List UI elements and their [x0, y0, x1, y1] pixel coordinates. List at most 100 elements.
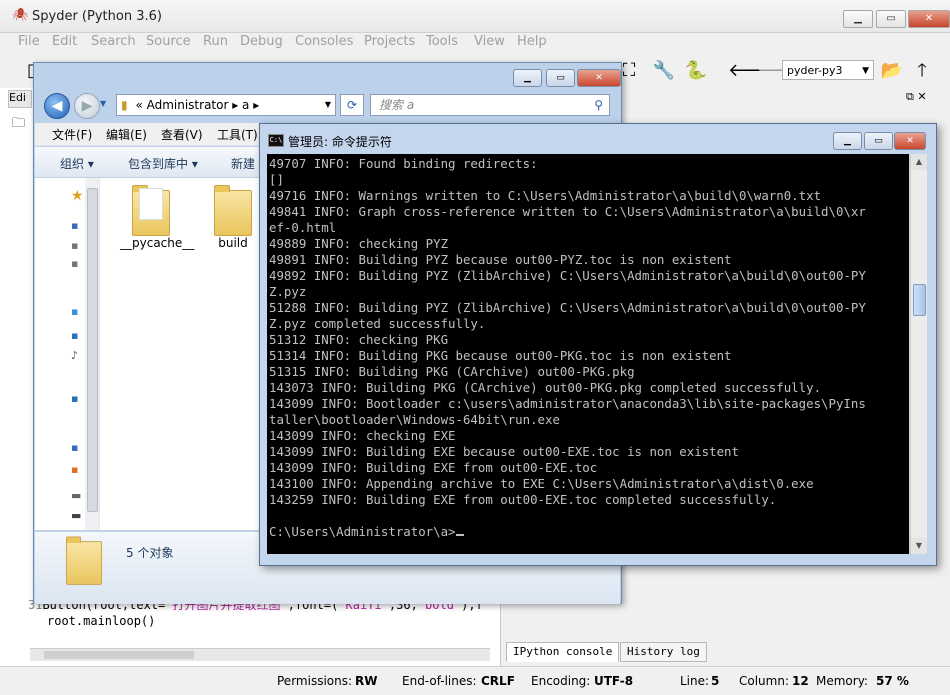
cmd-maximize-button[interactable]: ▭: [864, 132, 893, 150]
menu-file[interactable]: File: [18, 34, 40, 49]
cmd-line: 49707 INFO: Found binding redirects:: [269, 156, 538, 171]
scroll-down-icon[interactable]: ▼: [911, 538, 927, 554]
open-folder-icon[interactable]: 📂: [880, 60, 904, 82]
nav-pane-scrollbar[interactable]: [85, 178, 99, 530]
drive-icon[interactable]: ▬: [71, 510, 83, 522]
cmd-line: 143099 INFO: Building EXE because out00-…: [269, 444, 739, 459]
cmd-line: 49892 INFO: Building PYZ (ZlibArchive) C…: [269, 268, 866, 283]
menu-debug[interactable]: Debug: [240, 34, 283, 49]
memory-value: 57 %: [876, 674, 909, 688]
music-icon[interactable]: ♪: [71, 350, 83, 362]
drive-icon[interactable]: ▪: [71, 464, 83, 476]
explorer-titlebar[interactable]: ▁ ▭ ✕: [34, 63, 621, 89]
statusbar: Permissions: RW End-of-lines: CRLF Encod…: [0, 666, 950, 695]
menu-view[interactable]: 查看(V): [161, 126, 203, 143]
spyder-titlebar: 🕷 Spyder (Python 3.6) ▁ ▭ ✕: [0, 0, 950, 33]
chevron-down-icon[interactable]: ▼: [325, 95, 331, 115]
back-arrow-icon[interactable]: 🡐: [728, 60, 776, 82]
cmd-line: Z.pyz: [269, 284, 307, 299]
menu-view[interactable]: View: [474, 34, 505, 49]
item-count: 5 个对象: [126, 546, 174, 560]
scroll-up-icon[interactable]: ▲: [911, 154, 927, 170]
menu-help[interactable]: Help: [517, 34, 547, 49]
menu-search[interactable]: Search: [91, 34, 136, 49]
cmd-line: 143073 INFO: Building PKG (CArchive) out…: [269, 380, 822, 395]
search-icon: ⚲: [594, 98, 603, 112]
explorer-close-button[interactable]: ✕: [577, 69, 621, 87]
menu-projects[interactable]: Projects: [364, 34, 415, 49]
cmd-console-output[interactable]: 49707 INFO: Found binding redirects: [] …: [267, 154, 909, 554]
menu-source[interactable]: Source: [146, 34, 191, 49]
computer-icon[interactable]: ▪: [71, 442, 83, 454]
include-in-library-button[interactable]: 包含到库中 ▾: [128, 155, 198, 172]
new-folder-button[interactable]: 新建: [231, 155, 255, 172]
desktop-icon[interactable]: ▪: [71, 220, 83, 232]
cmd-scrollbar[interactable]: ▲ ▼: [910, 154, 927, 554]
menu-consoles[interactable]: Consoles: [295, 34, 353, 49]
cmd-line: 51312 INFO: checking PKG: [269, 332, 449, 347]
cmd-cursor: [455, 534, 464, 536]
environment-combo[interactable]: pyder-py3 ▼: [782, 60, 874, 80]
folder-icon[interactable]: [132, 185, 170, 236]
maximize-button[interactable]: ▭: [876, 10, 906, 28]
cmd-line: 49891 INFO: Building PYZ because out00-P…: [269, 252, 732, 267]
address-bar[interactable]: ▮ « Administrator ▸ a ▸ ▼: [116, 94, 336, 116]
column-label: Column:: [739, 674, 789, 688]
scroll-thumb[interactable]: [913, 284, 926, 316]
cmd-line: 143259 INFO: Building EXE from out00-EXE…: [269, 492, 777, 507]
menu-edit[interactable]: 编辑(E): [106, 126, 147, 143]
editor-horizontal-scrollbar[interactable]: [30, 648, 490, 661]
python-icon[interactable]: 🐍: [684, 60, 708, 82]
recent-places-icon[interactable]: ▪: [71, 258, 83, 270]
drive-icon[interactable]: ▬: [71, 490, 83, 502]
favorites-star-icon[interactable]: ★: [71, 189, 84, 203]
back-button[interactable]: ◀: [44, 93, 70, 119]
folder-icon[interactable]: [214, 185, 252, 236]
explorer-minimize-button[interactable]: ▁: [513, 69, 542, 87]
eol-value: CRLF: [481, 674, 515, 688]
explorer-navbar: ◀ ▶ ▼ ▮ « Administrator ▸ a ▸ ▼ ⟳ 搜索 a ⚲: [40, 93, 615, 119]
minimize-button[interactable]: ▁: [843, 10, 873, 28]
window-title: Spyder (Python 3.6): [32, 9, 162, 24]
refresh-icon[interactable]: ⟳: [340, 94, 364, 116]
menu-edit[interactable]: Edit: [52, 34, 77, 49]
documents-icon[interactable]: ▪: [71, 330, 83, 342]
forward-button[interactable]: ▶: [74, 93, 100, 119]
cmd-line: 51315 INFO: Building PKG (CArchive) out0…: [269, 364, 635, 379]
cmd-close-button[interactable]: ✕: [894, 132, 926, 150]
cmd-minimize-button[interactable]: ▁: [833, 132, 862, 150]
menu-run[interactable]: Run: [203, 34, 228, 49]
folder-label-pycache[interactable]: __pycache__: [120, 236, 194, 250]
environment-value: pyder-py3: [787, 64, 843, 77]
file-explorer-icon[interactable]: 🗀: [12, 114, 25, 136]
libraries-icon[interactable]: ▪: [71, 306, 83, 318]
spyder-logo-icon: 🕷: [12, 8, 29, 23]
undock-icon[interactable]: ⧉ ✕: [906, 90, 927, 104]
up-arrow-icon[interactable]: 🡑: [910, 60, 934, 82]
search-input[interactable]: 搜索 a ⚲: [370, 94, 610, 116]
menu-tools[interactable]: Tools: [426, 34, 458, 49]
explorer-maximize-button[interactable]: ▭: [546, 69, 575, 87]
close-button[interactable]: ✕: [908, 10, 950, 28]
column-value: 12: [792, 674, 809, 688]
forward-arrow-icon[interactable]: 🡒: [757, 60, 805, 82]
line-label: Line:: [680, 674, 710, 688]
organize-button[interactable]: 组织 ▾: [60, 155, 94, 172]
wrench-icon[interactable]: 🔧: [652, 60, 676, 82]
menu-file[interactable]: 文件(F): [52, 126, 92, 143]
cmd-icon: C:\: [268, 134, 284, 147]
address-path: « Administrator ▸ a ▸: [135, 98, 260, 112]
cmd-line: 49841 INFO: Graph cross-reference writte…: [269, 204, 866, 219]
search-placeholder: 搜索 a: [379, 98, 415, 112]
editor-tab[interactable]: Edi: [8, 90, 32, 108]
folder-label-build[interactable]: build: [210, 236, 256, 250]
code-line-32[interactable]: root.mainloop(): [47, 614, 155, 628]
menu-tools[interactable]: 工具(T): [217, 126, 258, 143]
tab-ipython-console[interactable]: IPython console: [506, 642, 620, 662]
chevron-down-icon[interactable]: ▼: [100, 99, 106, 108]
tab-history-log[interactable]: History log: [620, 642, 707, 662]
cmd-titlebar[interactable]: C:\ 管理员: 命令提示符 ▁ ▭ ✕: [260, 124, 936, 154]
downloads-icon[interactable]: ▪: [71, 240, 83, 252]
cmd-line: 51314 INFO: Building PKG because out00-P…: [269, 348, 732, 363]
videos-icon[interactable]: ▪: [71, 393, 83, 405]
